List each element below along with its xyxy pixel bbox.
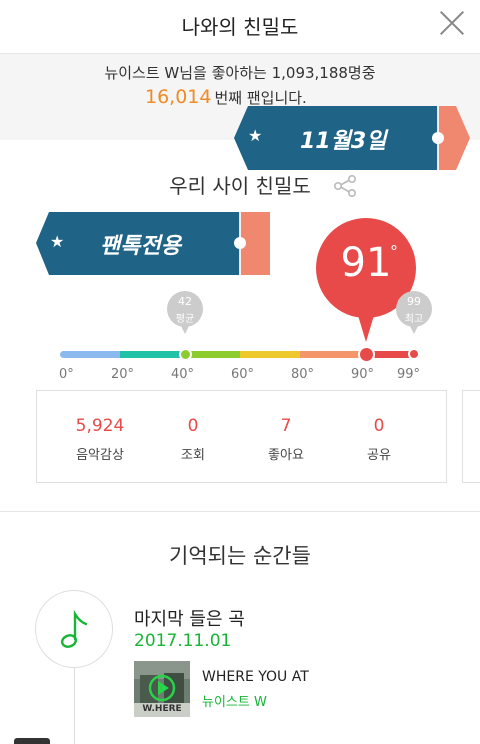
timeline-line: [74, 668, 75, 744]
stat-view-label: 조회: [181, 448, 205, 463]
scale-tick: 90°: [351, 367, 375, 382]
song-title: WHERE YOU AT: [202, 669, 309, 685]
stat-listen-value: 5,924: [75, 416, 125, 436]
section-divider: [0, 511, 480, 512]
scale-tick: 99°: [397, 367, 421, 382]
scale-segment: [120, 351, 180, 358]
stat-listen-label: 음악감상: [76, 448, 124, 463]
page-title: 나와의 친밀도: [181, 15, 299, 39]
scale-segment: [240, 351, 300, 358]
share-icon[interactable]: [332, 174, 358, 198]
score-dot: [358, 346, 375, 363]
stat-share-label: 공유: [367, 448, 391, 463]
close-icon[interactable]: [438, 9, 466, 37]
music-note-icon: [58, 609, 92, 650]
scale-tick: 40°: [171, 367, 195, 382]
last-song-heading: 마지막 들은 곡: [134, 609, 245, 630]
star-icon: ★: [50, 232, 65, 251]
stat-share-value: 0: [373, 416, 385, 436]
scale-tick: 60°: [231, 367, 255, 382]
score-degree: °: [390, 242, 398, 261]
song-artist-link[interactable]: 뉴이스트 W: [202, 691, 267, 710]
score-value: 91: [340, 240, 392, 286]
stat-like-value: 7: [280, 416, 292, 436]
star-icon: ★: [248, 126, 263, 145]
max-marker: 99 최고: [395, 290, 433, 334]
fantalk-ribbon: ★ 팬톡전용: [36, 212, 270, 275]
stat-like-label: 좋아요: [268, 448, 304, 463]
stats-card: [36, 390, 447, 483]
average-marker: 42 평균: [166, 290, 204, 334]
scale-tick: 0°: [59, 367, 74, 382]
average-label: 평균: [175, 314, 195, 325]
max-label: 최고: [404, 314, 424, 325]
max-dot: [408, 348, 420, 360]
fantalk-ribbon-text: 팬톡전용: [100, 234, 181, 259]
scale-segment: [60, 351, 120, 358]
fan-count-text: 뉴이스트 W님을 좋아하는 1,093,188명중: [104, 64, 376, 82]
fan-rank-suffix: 번째 팬입니다.: [214, 89, 307, 107]
last-song-date: 2017.11.01: [134, 631, 232, 651]
stat-view-value: 0: [187, 416, 199, 436]
fan-rank-number: 16,014: [145, 86, 212, 108]
date-ribbon-text: 11월3일: [300, 129, 387, 154]
scale-tick: 20°: [111, 367, 135, 382]
max-value: 99: [407, 295, 421, 308]
scale-segment: [300, 351, 360, 358]
scale-tick: 80°: [291, 367, 315, 382]
album-art[interactable]: W.HERE: [134, 661, 190, 717]
fan-rank: 16,014 번째 팬입니다.: [145, 86, 307, 108]
date-ribbon: ★ 11월3일: [234, 106, 470, 170]
average-dot: [179, 348, 192, 361]
moments-title: 기억되는 순간들: [169, 544, 311, 568]
intimacy-title: 우리 사이 친밀도: [169, 174, 311, 198]
bottom-handle: [14, 738, 50, 744]
album-art-text: W.HERE: [142, 704, 182, 714]
average-value: 42: [178, 295, 192, 308]
next-stats-card[interactable]: [462, 390, 480, 483]
